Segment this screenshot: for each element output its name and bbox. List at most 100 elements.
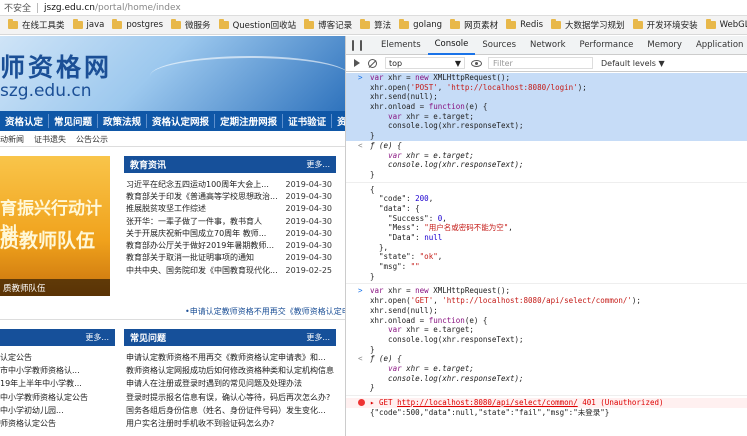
faq-more-link[interactable]: 更多... [306, 332, 330, 343]
sub-link[interactable]: 证书遗失 [34, 134, 66, 145]
bookmark-item[interactable]: Redis [506, 19, 543, 30]
slideshow[interactable]: 育振兴行动计划 质教师队伍 质教师队伍 [0, 156, 110, 296]
folder-icon [506, 19, 517, 29]
console-line: console.log(xhr.responseText); [346, 335, 747, 345]
bookmark-item[interactable]: golang [399, 19, 443, 30]
bookmark-item[interactable]: 开发环境安装 [632, 19, 698, 31]
bookmark-item[interactable]: 网页素材 [450, 19, 498, 31]
console-line: xhr.onload = function(e) { [346, 102, 747, 112]
notice-item[interactable]: 认定公告 [0, 351, 115, 364]
faq-item[interactable]: 申请认定教师资格不用再交《教师资格认定申请表》和... [126, 351, 338, 364]
faq-item[interactable]: 教师资格认定网报成功后如何修改资格种类和认定机构信息 [126, 364, 338, 377]
nav-item[interactable]: 资格 [332, 114, 345, 128]
banner-title: 师资格网 [0, 53, 113, 82]
clear-console-icon[interactable] [368, 58, 377, 68]
sub-links: 动新闻 证书遗失 公告公示 [0, 133, 345, 147]
folder-icon [705, 19, 716, 29]
console-line: console.log(xhr.responseText); [346, 121, 747, 132]
tab-network[interactable]: Network [523, 36, 573, 55]
bookmark-item[interactable]: 大数据学习规划 [551, 19, 625, 31]
devtools-tabbar: Elements Console Sources Network Performance… [346, 36, 747, 55]
faq-item[interactable]: 登录时提示报名信息有误，确认心等待，码后再次怎么办? [126, 391, 338, 404]
tab-performance[interactable]: Performance [573, 36, 641, 55]
console-filter-input[interactable]: Filter [488, 57, 593, 69]
nav-item[interactable]: 资格认定网报 [147, 114, 216, 128]
error-url-link[interactable]: http://localhost:8080/api/select/common/ [397, 398, 578, 407]
not-secure-label[interactable]: 不安全 [4, 1, 31, 14]
nav-item[interactable]: 常见问题 [49, 114, 99, 128]
notice-panel-header: 更多... [0, 329, 115, 346]
notice-item[interactable]: 中小学初幼儿园... [0, 404, 115, 417]
banner-decoration [150, 56, 345, 96]
console-text: console.log(xhr.responseText); [370, 334, 524, 344]
console-output[interactable]: > var xhr = new XMLHttpRequest(); xhr.open… [346, 73, 747, 436]
tab-console[interactable]: Console [427, 36, 476, 55]
news-row[interactable]: 教育部关于取消一批证明事项的通知 2019-04-30 [126, 252, 332, 264]
log-levels-dropdown[interactable]: Default levels ▼ [601, 59, 665, 68]
tab-application[interactable]: Application [689, 36, 747, 55]
news-date: 2019-04-30 [285, 179, 333, 189]
notice-more-link[interactable]: 更多... [85, 332, 109, 343]
notice-item[interactable]: 19年上半年中小学教... [0, 377, 115, 390]
notice-item[interactable]: 中小学教师资格认定公告 [0, 391, 115, 404]
news-date: 2019-02-25 [285, 265, 333, 275]
news-marquee[interactable]: •申请认定教师资格不用再交《教师资格认定申请表》和... [185, 306, 345, 317]
news-row[interactable]: 习近平在纪念五四运动100周年大会上... 2019-04-30 [126, 178, 332, 190]
tab-sources[interactable]: Sources [475, 36, 523, 55]
bookmark-item[interactable]: 微服务 [171, 19, 211, 31]
live-expression-eye-icon[interactable] [471, 59, 482, 67]
news-row[interactable]: 教育部办公厅关于做好2019年暑期教师... 2019-04-30 [126, 239, 332, 251]
folder-icon [399, 19, 410, 29]
bookmark-label: golang [413, 20, 443, 30]
error-icon [358, 399, 365, 406]
news-row[interactable]: 教育部关于印发《普通高等学校思想政治... 2019-04-30 [126, 190, 332, 202]
show-sidebar-icon[interactable] [354, 59, 360, 67]
news-date: 2019-04-30 [285, 191, 333, 201]
address-bar[interactable]: 不安全 jszg.edu.cn/portal/home/index [0, 0, 747, 16]
device-toolbar-icon[interactable] [360, 39, 362, 51]
nav-item[interactable]: 定期注册网报 [215, 114, 284, 128]
nav-item[interactable]: 证书验证 [283, 114, 333, 128]
notice-item[interactable]: 市中小学教师资格认... [0, 364, 115, 377]
bookmark-item[interactable]: 在线工具类 [8, 19, 65, 31]
faq-item[interactable]: 用户实名注册时手机收不到验证码怎么办? [126, 417, 338, 430]
console-text: var xhr = e.target; [388, 363, 474, 373]
news-date: 2019-04-30 [285, 216, 333, 226]
inspect-element-icon[interactable] [352, 39, 354, 51]
sub-link[interactable]: 动新闻 [0, 134, 24, 145]
bookmark-item[interactable]: java [72, 19, 104, 30]
nav-item[interactable]: 政策法规 [98, 114, 148, 128]
folder-icon [450, 19, 461, 29]
bookmark-item[interactable]: Question回收站 [218, 19, 296, 31]
console-text: ƒ (e) { [370, 140, 402, 150]
news-list: 习近平在纪念五四运动100周年大会上... 2019-04-30 教育部关于印发《普… [126, 178, 332, 276]
news-row[interactable]: 推展脱贫攻坚工作综述 2019-04-30 [126, 203, 332, 215]
bookmark-item[interactable]: WebGL [705, 19, 747, 30]
news-title: 关于开展庆祝新中国成立70周年 教师... [126, 228, 267, 238]
error-method: ▸ GET [370, 398, 398, 407]
faq-item[interactable]: 国务各组后身份信息（姓名、身份证件号码）发生变化... [126, 404, 338, 417]
news-row[interactable]: 张开华：一辈子做了一件事，教书育人 2019-04-30 [126, 215, 332, 227]
notice-item[interactable]: 师资格认定公告 [0, 417, 115, 430]
bookmark-item[interactable]: 博客记录 [304, 19, 352, 31]
news-row[interactable]: 关于开展庆祝新中国成立70周年 教师... 2019-04-30 [126, 227, 332, 239]
bookmark-item[interactable]: postgres [112, 19, 163, 30]
tab-memory[interactable]: Memory [640, 36, 689, 55]
console-text: xhr.send(null); [370, 92, 438, 102]
console-line: var xhr = e.target; [346, 111, 747, 122]
bookmark-label: 开发环境安装 [646, 21, 698, 31]
bookmark-item[interactable]: 算法 [360, 19, 391, 31]
console-text: var xhr = new XMLHttpRequest(); [370, 286, 510, 296]
news-row[interactable]: 中共中央、国务院印发《中国教育现代化... 2019-02-25 [126, 264, 332, 276]
console-divider [346, 181, 747, 183]
website-viewport: 师资格网 szg.edu.cn 资格认定 常见问题 政策法规 资格认定网报 定期注册网报… [0, 36, 345, 436]
console-text: }, [370, 242, 389, 252]
tab-elements[interactable]: Elements [374, 36, 428, 55]
console-line: { [346, 185, 747, 195]
news-more-link[interactable]: 更多... [306, 159, 330, 170]
sub-link[interactable]: 公告公示 [76, 134, 108, 145]
console-line: > var xhr = new XMLHttpRequest(); [346, 286, 747, 296]
nav-item[interactable]: 资格认定 [0, 114, 50, 128]
faq-item[interactable]: 申请人在注册或登录时遇到的常见问题及处理办法 [126, 377, 338, 390]
context-selector[interactable]: top ▼ [385, 57, 465, 69]
